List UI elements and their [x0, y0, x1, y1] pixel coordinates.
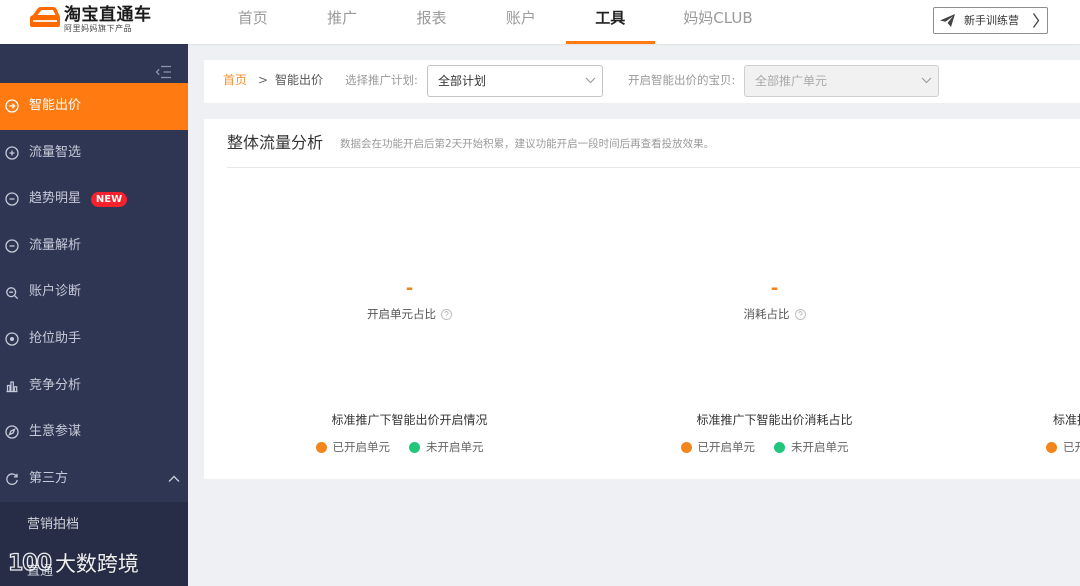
- orange-dot-icon: [1046, 441, 1057, 453]
- sidebar-menu: 智能出价 流量智选 趋势明星 NEW 流量解析 账户诊断 抢位助手 竞争分析 生…: [0, 83, 188, 586]
- sidebar-item-smart-bid[interactable]: 智能出价: [0, 83, 188, 130]
- circle-plus-icon: [5, 146, 19, 160]
- sidebar-item-label: 抢位助手: [29, 330, 82, 346]
- nav-promotion[interactable]: 推广: [297, 0, 386, 44]
- legend-item-disabled[interactable]: 未开启单元: [409, 439, 484, 455]
- circle-arrow-icon: [5, 99, 19, 113]
- help-icon[interactable]: [441, 309, 452, 320]
- chart-title: 标准推: [1053, 413, 1080, 427]
- stat-value: -: [770, 278, 779, 299]
- stat-metric-label: 开启单元占比: [367, 307, 436, 321]
- new-badge: NEW: [91, 191, 127, 207]
- sidebar-item-label: 账户诊断: [29, 284, 82, 300]
- sidebar-item-account-diagnosis[interactable]: 账户诊断: [0, 269, 188, 316]
- breadcrumb-home-link[interactable]: 首页: [223, 60, 247, 100]
- chart-legend: 已开: [1046, 439, 1080, 455]
- stat-metric: 消耗占比: [592, 306, 957, 322]
- sidebar-item-label: 趋势明星: [29, 191, 82, 207]
- sidebar-item-rank-assistant[interactable]: 抢位助手: [0, 316, 188, 363]
- legend-item-enabled[interactable]: 已开启单元: [315, 439, 391, 455]
- chevron-down-icon: [921, 77, 932, 84]
- sidebar-subitem-label: 直通: [27, 563, 54, 579]
- orange-dot-icon: [315, 441, 327, 453]
- sidebar-item-third-party[interactable]: 第三方: [0, 456, 188, 503]
- sidebar-subitem-label: 营销拍档: [27, 517, 80, 533]
- chart-legend: 已开启单元 未开启单元: [582, 439, 947, 455]
- green-dot-icon: [409, 441, 420, 453]
- stat-metric-label: 消耗占比: [743, 307, 790, 321]
- unit-select[interactable]: 全部推广单元: [744, 65, 939, 97]
- sidebar-item-traffic-select[interactable]: 流量智选: [0, 130, 188, 177]
- chevron-down-icon: [585, 77, 596, 84]
- stat-column-partial: 标准推 已开: [957, 119, 1080, 479]
- sidebar-item-label: 竞争分析: [29, 377, 82, 393]
- top-bar: 淘宝直通车 阿里妈妈旗下产品 首页 推广 报表 账户 工具 妈妈CLUB 新手训…: [0, 0, 1080, 44]
- legend-label: 未开启单元: [426, 440, 484, 454]
- top-nav: 首页 推广 报表 账户 工具 妈妈CLUB: [208, 0, 781, 44]
- nav-reports[interactable]: 报表: [387, 0, 476, 44]
- sidebar-item-trend-star[interactable]: 趋势明星 NEW: [0, 176, 188, 223]
- refresh-icon: [6, 473, 18, 486]
- sidebar-item-label: 流量解析: [29, 237, 82, 253]
- circle-minus-icon: [5, 239, 19, 253]
- sidebar-item-label: 第三方: [29, 470, 69, 486]
- legend-item-disabled[interactable]: 未开启单元: [774, 439, 849, 455]
- bar-chart-icon: [6, 381, 18, 392]
- filter-bar: 首页 > 智能出价 选择推广计划: 全部计划 开启智能出价的宝贝: 全部推广单元: [204, 60, 1080, 103]
- chart-title: 标准推广下智能出价开启情况: [331, 413, 488, 427]
- chart-legend: 已开启单元 未开启单元: [217, 439, 582, 455]
- compass-icon: [5, 425, 19, 440]
- nav-tools[interactable]: 工具: [565, 0, 656, 44]
- chart-title: 标准推广下智能出价消耗占比: [696, 413, 853, 427]
- nav-home[interactable]: 首页: [208, 0, 297, 44]
- traffic-analysis-card: 整体流量分析 数据会在功能开启后第2天开始积累，建议功能开启一段时间后再查看投放…: [204, 119, 1080, 479]
- training-camp-label: 新手训练营: [964, 14, 1019, 27]
- unit-select-value: 全部推广单元: [755, 74, 828, 88]
- plan-select-label: 选择推广计划:: [345, 73, 418, 87]
- chevron-right-icon: [1032, 13, 1040, 28]
- sidebar-item-competition-analysis[interactable]: 竞争分析: [0, 363, 188, 410]
- sidebar-subitem-zhitong[interactable]: 直通: [0, 548, 188, 586]
- sidebar: 智能出价 流量智选 趋势明星 NEW 流量解析 账户诊断 抢位助手 竞争分析 生…: [0, 44, 188, 586]
- unit-select-label: 开启智能出价的宝贝:: [628, 73, 736, 87]
- green-dot-icon: [774, 441, 785, 453]
- sidebar-item-traffic-analysis[interactable]: 流量解析: [0, 223, 188, 270]
- legend-label: 已开启单元: [332, 440, 391, 454]
- circle-minus-icon: [5, 192, 19, 207]
- legend-label: 未开启单元: [791, 440, 849, 454]
- breadcrumb-separator: >: [258, 73, 269, 87]
- sidebar-item-label: 智能出价: [29, 98, 82, 113]
- logo-title[interactable]: 淘宝直通车: [64, 4, 152, 26]
- nav-account[interactable]: 账户: [476, 0, 565, 44]
- sidebar-item-business-advisor[interactable]: 生意参谋: [0, 409, 188, 456]
- training-camp-button[interactable]: 新手训练营: [933, 7, 1048, 34]
- nav-mama-club[interactable]: 妈妈CLUB: [655, 0, 781, 44]
- stat-column-enabled-units: - 开启单元占比 标准推广下智能出价开启情况 已开启单元 未开启单元: [227, 119, 592, 479]
- stat-metric: 开启单元占比: [227, 306, 592, 322]
- menu-collapse-icon[interactable]: [155, 65, 172, 79]
- logo-subtitle: 阿里妈妈旗下产品: [64, 24, 132, 33]
- sidebar-item-label: 流量智选: [29, 144, 82, 160]
- plan-select-value: 全部计划: [438, 74, 487, 88]
- sidebar-subitem-marketing-partner[interactable]: 营销拍档: [0, 502, 188, 549]
- legend-item-enabled[interactable]: 已开启单元: [680, 439, 756, 455]
- stat-column-spend-share: - 消耗占比 标准推广下智能出价消耗占比 已开启单元 未开启单元: [592, 119, 957, 479]
- plan-select[interactable]: 全部计划: [427, 65, 603, 97]
- breadcrumb-current: 智能出价: [275, 73, 324, 87]
- paper-plane-icon: [940, 14, 955, 27]
- legend-item-enabled[interactable]: 已开: [1046, 439, 1080, 455]
- legend-label: 已开启单元: [697, 440, 756, 454]
- orange-dot-icon: [680, 441, 692, 453]
- stat-value: -: [405, 278, 414, 299]
- chevron-up-icon[interactable]: [168, 475, 180, 483]
- legend-label: 已开: [1063, 440, 1080, 454]
- help-icon[interactable]: [794, 309, 806, 320]
- magnifier-icon: [6, 286, 19, 299]
- car-icon: [30, 7, 60, 27]
- sidebar-item-label: 生意参谋: [29, 424, 82, 440]
- target-icon: [5, 332, 19, 346]
